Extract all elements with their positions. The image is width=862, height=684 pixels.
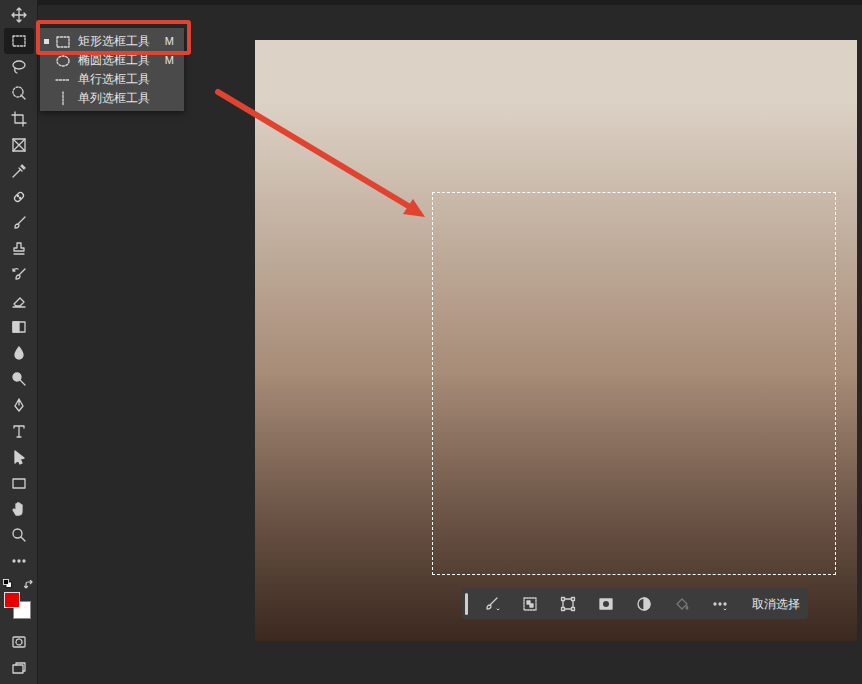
tool-button[interactable]	[4, 262, 34, 288]
drag-handle[interactable]	[465, 593, 468, 615]
brush-icon	[11, 215, 27, 231]
healing-icon	[11, 189, 27, 205]
toolbar	[0, 0, 38, 684]
tool-button[interactable]	[4, 106, 34, 132]
eraser-icon	[11, 293, 27, 309]
tool-button[interactable]	[4, 496, 34, 522]
more-icon	[712, 596, 728, 612]
task-bar-button[interactable]	[522, 596, 538, 612]
tool-button[interactable]	[4, 184, 34, 210]
stamp-icon	[11, 241, 27, 257]
tool-button[interactable]	[4, 314, 34, 340]
invert-icon	[636, 596, 652, 612]
current-tool-dot	[44, 96, 49, 101]
photo	[255, 40, 857, 641]
tool-button[interactable]	[4, 444, 34, 470]
task-bar-button[interactable]	[484, 596, 500, 612]
flyout-item[interactable]: 椭圆选框工具 M	[40, 51, 184, 70]
tool-button[interactable]	[4, 80, 34, 106]
highlight-annotation	[36, 20, 191, 55]
frame-icon	[11, 137, 27, 153]
lasso-icon	[11, 59, 27, 75]
flyout-item-label: 单行选框工具	[78, 72, 150, 87]
quick-select-icon	[11, 85, 27, 101]
flyout-item-label: 矩形选框工具	[78, 34, 150, 49]
flyout-item[interactable]: 矩形选框工具 M	[40, 32, 184, 51]
current-tool-dot	[44, 39, 49, 44]
crop-icon	[11, 111, 27, 127]
current-tool-dot	[44, 58, 49, 63]
foreground-color[interactable]	[4, 592, 20, 608]
top-strip	[38, 0, 862, 5]
path-select-icon	[11, 449, 27, 465]
color-swatches	[2, 578, 36, 624]
tool-button[interactable]	[4, 132, 34, 158]
eyedropper-icon	[11, 163, 27, 179]
tool-button[interactable]	[4, 418, 34, 444]
tool-button[interactable]	[4, 548, 34, 574]
flyout-item[interactable]: 单行选框工具	[40, 70, 184, 89]
column-marquee-icon	[55, 91, 71, 107]
swap-colors-icon[interactable]	[24, 580, 34, 590]
current-tool-dot	[44, 77, 49, 82]
arrow-annotation	[0, 0, 862, 684]
ellipse-marquee-icon	[55, 53, 71, 69]
tool-flyout-menu: 矩形选框工具 M 椭圆选框工具 M 单行选框工具单列选框工具	[40, 28, 184, 111]
tool-button[interactable]	[4, 236, 34, 262]
task-bar-button[interactable]	[560, 596, 576, 612]
hand-icon	[11, 501, 27, 517]
transform-icon	[560, 596, 576, 612]
tool-button[interactable]	[4, 340, 34, 366]
tool-button[interactable]	[4, 470, 34, 496]
tool-button[interactable]	[4, 28, 34, 54]
marquee-icon	[11, 33, 27, 49]
rect-marquee-icon	[55, 34, 71, 50]
quick-mask-icon[interactable]	[4, 630, 34, 654]
gradient-icon	[11, 319, 27, 335]
more-icon	[11, 553, 27, 569]
selection-marquee[interactable]	[432, 192, 836, 575]
contextual-task-bar: 取消选择	[462, 588, 808, 619]
default-colors-icon[interactable]	[3, 579, 12, 588]
rectangle-icon	[11, 475, 27, 491]
task-bar-tools	[484, 596, 728, 612]
tool-button[interactable]	[4, 210, 34, 236]
task-bar-button[interactable]	[712, 596, 728, 612]
flyout-item-label: 椭圆选框工具	[78, 53, 150, 68]
tool-button[interactable]	[4, 522, 34, 548]
task-bar-button[interactable]	[674, 596, 690, 612]
flyout-item-label: 单列选框工具	[78, 91, 150, 106]
flyout-item-shortcut: M	[165, 34, 174, 49]
flyout-item-shortcut: M	[165, 53, 174, 68]
zoom-icon	[11, 527, 27, 543]
blur-icon	[11, 345, 27, 361]
tool-button[interactable]	[4, 54, 34, 80]
flyout-item[interactable]: 单列选框工具	[40, 89, 184, 108]
mask-icon	[598, 596, 614, 612]
type-icon	[11, 423, 27, 439]
task-bar-button[interactable]	[598, 596, 614, 612]
tool-button[interactable]	[4, 288, 34, 314]
fill-icon	[674, 596, 690, 612]
tool-button[interactable]	[4, 366, 34, 392]
tool-button[interactable]	[4, 158, 34, 184]
task-bar-button[interactable]	[636, 596, 652, 612]
screen-mode-icon[interactable]	[4, 656, 34, 680]
tool-button[interactable]	[4, 2, 34, 28]
row-marquee-icon	[55, 72, 71, 88]
brush-icon	[484, 596, 500, 612]
select-subject-icon	[522, 596, 538, 612]
tool-button[interactable]	[4, 392, 34, 418]
pen-icon	[11, 397, 27, 413]
move-icon	[11, 7, 27, 23]
history-brush-icon	[11, 267, 27, 283]
dodge-icon	[11, 371, 27, 387]
deselect-button[interactable]: 取消选择	[752, 596, 800, 612]
